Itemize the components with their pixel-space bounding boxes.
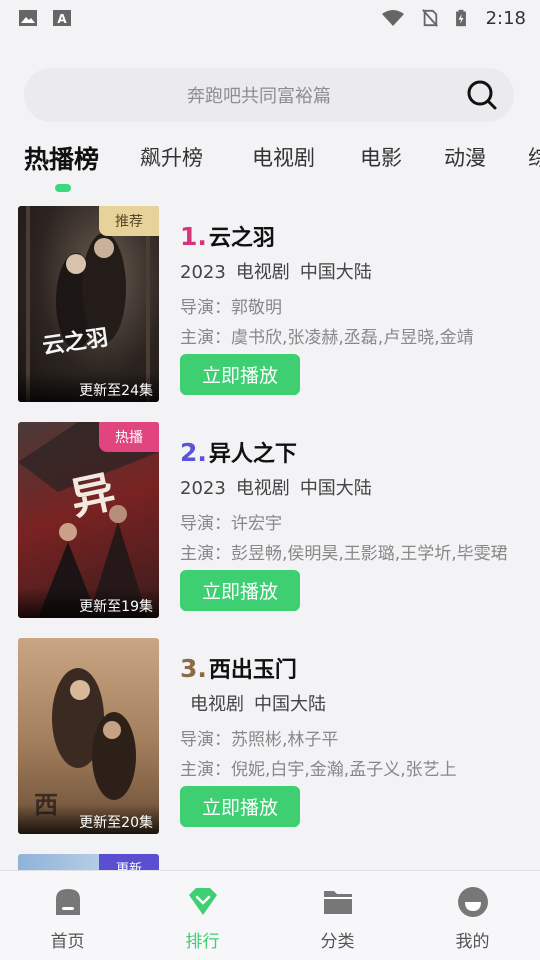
cast: 主演：虞书欣,张凌赫,丞磊,卢昱晓,金靖 <box>180 328 474 348</box>
folder-icon <box>323 891 352 914</box>
rank-number: 2. <box>180 438 207 467</box>
show-title[interactable]: 异人之下 <box>209 436 297 468</box>
cast: 主演：倪妮,白宇,金瀚,孟子义,张艺上 <box>180 760 457 780</box>
tab-anime[interactable]: 动漫 <box>444 142 486 172</box>
genre: 电视剧 <box>235 262 290 283</box>
category-tabs: 热播榜 飙升榜 电视剧 电影 动漫 综 <box>0 136 540 198</box>
update-status: 更新至24集 <box>18 372 159 402</box>
list-item[interactable]: 西 更新至20集 3. 西出玉门 电视剧中国大陆 导演：苏照彬,林子平 主演：倪… <box>0 638 540 838</box>
show-title[interactable]: 云之羽 <box>209 220 275 252</box>
nav-label: 分类 <box>320 932 355 952</box>
director: 导演：郭敬明 <box>180 298 282 318</box>
list-item[interactable]: 异 热播 更新至19集 2. 异人之下 2023 电视剧 中国大陆 导演：许宏宇 主… <box>0 422 540 622</box>
director: 导演：许宏宇 <box>180 514 282 534</box>
genre: 电视剧 <box>235 478 290 499</box>
play-button[interactable]: 立即播放 <box>180 354 300 395</box>
tab-indicator <box>55 184 71 192</box>
rank-number: 3. <box>180 654 207 683</box>
tab-movie[interactable]: 电影 <box>360 142 402 172</box>
rank-number: 1. <box>180 222 207 251</box>
year: 2023 <box>180 478 226 499</box>
year: 2023 <box>180 262 226 283</box>
ranking-icon <box>188 888 217 915</box>
nav-label: 排行 <box>185 932 220 952</box>
poster[interactable]: 西 更新至20集 <box>18 638 159 834</box>
home-icon <box>55 889 80 915</box>
region: 中国大陆 <box>299 262 372 283</box>
search-icon[interactable] <box>466 79 498 111</box>
show-title[interactable]: 西出玉门 <box>209 652 297 684</box>
clock: 2:18 <box>485 7 526 29</box>
nav-label: 我的 <box>455 932 490 952</box>
svg-text:A: A <box>57 12 67 26</box>
nav-label: 首页 <box>50 932 85 952</box>
recommend-badge: 推荐 <box>99 206 159 236</box>
nav-ranking[interactable]: 排行 <box>135 871 270 960</box>
poster[interactable]: 异 热播 更新至19集 <box>18 422 159 618</box>
status-bar: A 2:18 <box>0 0 540 36</box>
cast: 主演：彭昱畅,侯明昊,王影璐,王学圻,毕雯珺 <box>180 544 508 564</box>
bottom-nav: 首页 排行 分类 我的 <box>0 870 540 960</box>
tab-tv[interactable]: 电视剧 <box>252 142 315 172</box>
show-meta: 2023 电视剧 中国大陆 <box>180 258 382 284</box>
tab-hot[interactable]: 热播榜 <box>24 140 99 176</box>
wifi-icon <box>381 10 404 26</box>
play-button[interactable]: 立即播放 <box>180 786 300 827</box>
play-button[interactable]: 立即播放 <box>180 570 300 611</box>
tab-variety[interactable]: 综 <box>528 142 540 172</box>
nav-category[interactable]: 分类 <box>270 871 405 960</box>
text-app-icon: A <box>53 10 71 26</box>
gallery-icon <box>19 10 37 26</box>
show-meta: 2023 电视剧 中国大陆 <box>180 474 382 500</box>
nav-home[interactable]: 首页 <box>0 871 135 960</box>
region: 中国大陆 <box>254 694 326 715</box>
poster[interactable]: 云之羽 推荐 更新至24集 <box>18 206 159 402</box>
director: 导演：苏照彬,林子平 <box>180 730 339 750</box>
region: 中国大陆 <box>299 478 372 499</box>
search-placeholder: 奔跑吧共同富裕篇 <box>187 86 331 107</box>
svg-text:异: 异 <box>66 466 120 525</box>
hot-badge: 热播 <box>99 422 159 452</box>
tab-rising[interactable]: 飙升榜 <box>140 142 203 172</box>
update-status: 更新至20集 <box>18 804 159 834</box>
battery-charging-icon <box>455 9 466 27</box>
genre: 电视剧 <box>190 694 244 715</box>
no-sim-icon <box>421 9 438 27</box>
search-bar[interactable]: 奔跑吧共同富裕篇 <box>24 68 514 122</box>
profile-icon <box>457 887 488 917</box>
nav-profile[interactable]: 我的 <box>405 871 540 960</box>
show-meta: 电视剧 中国大陆 <box>190 690 336 716</box>
update-status: 更新至19集 <box>18 588 159 618</box>
list-item[interactable]: 云之羽 推荐 更新至24集 1. 云之羽 2023 电视剧 中国大陆 导演：郭敬明 … <box>0 206 540 406</box>
